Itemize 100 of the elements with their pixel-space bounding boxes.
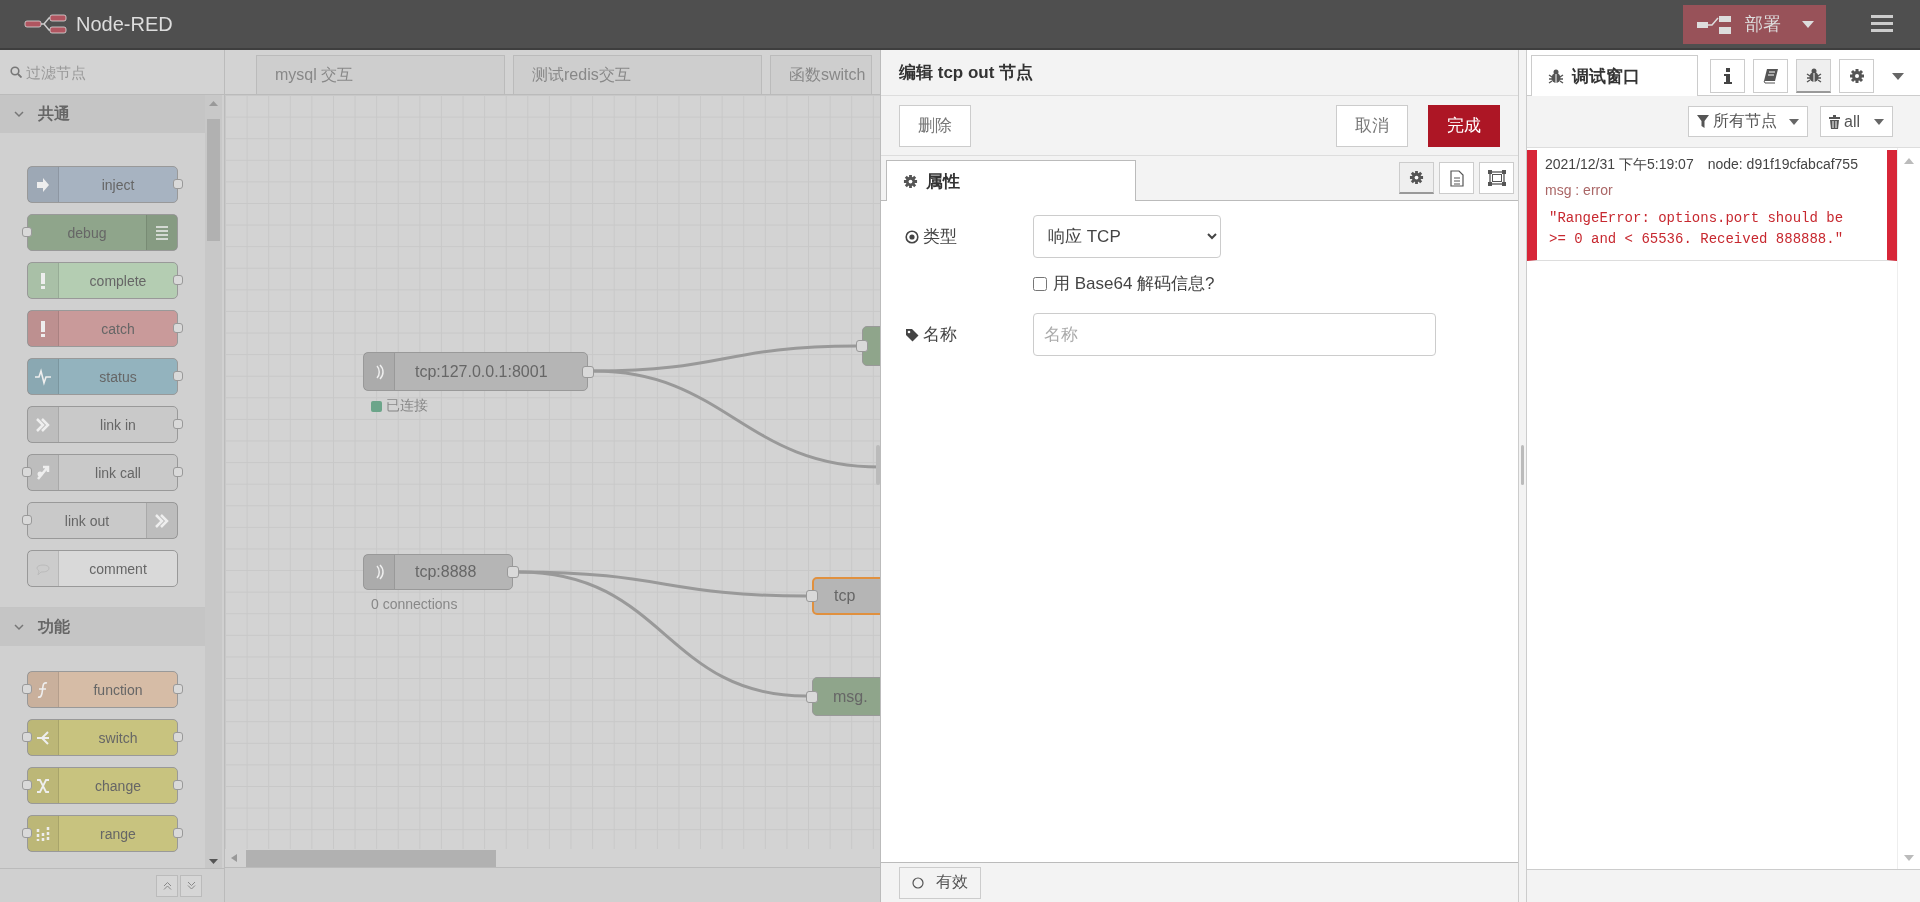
app-title: Node-RED [76, 12, 173, 36]
tray-title: 编辑 tcp out 节点 [881, 50, 1518, 96]
book-icon [1762, 67, 1779, 84]
node-label: debug [66, 224, 108, 241]
node-label: catch [100, 320, 136, 337]
link-icon [35, 463, 51, 482]
palette-node[interactable]: link call [27, 454, 178, 491]
sidebar-tab-button[interactable] [1839, 58, 1874, 93]
clear-button[interactable]: all [1820, 106, 1893, 137]
port-icon [173, 323, 183, 333]
palette-node[interactable]: link out [27, 502, 178, 539]
tab-button[interactable] [1479, 162, 1514, 194]
name-field[interactable]: 名称 [1033, 313, 1436, 356]
tab-button[interactable] [1399, 162, 1434, 194]
palette-node[interactable]: complete [27, 262, 178, 299]
palette-node[interactable]: comment [27, 550, 178, 587]
deploy-icon [1697, 14, 1731, 34]
expand-all-button[interactable] [180, 874, 202, 897]
menu-icon [1871, 15, 1893, 33]
palette-node[interactable]: change [27, 767, 178, 804]
palette-node[interactable]: inject [27, 166, 178, 203]
trash-icon [1829, 114, 1840, 129]
palette-node[interactable]: link in [27, 406, 178, 443]
scrollbar[interactable] [205, 95, 222, 868]
message-node-link[interactable]: node: d91f19cfabcaf755 [1707, 156, 1858, 174]
scroll-up-icon[interactable] [209, 101, 218, 106]
debug-tab[interactable]: 调试窗口 [1531, 55, 1698, 96]
port-icon [173, 419, 183, 429]
node-label: link call [94, 464, 142, 481]
port-icon [173, 732, 183, 742]
port-icon [173, 275, 183, 285]
palette-node[interactable]: range [27, 815, 178, 852]
info-icon [1723, 67, 1732, 84]
cancel-button[interactable]: 取消 [1336, 104, 1408, 147]
sidebar-tab-button[interactable] [1796, 58, 1831, 93]
category-header[interactable]: 功能 [0, 608, 205, 646]
category-header[interactable]: 共通 [0, 95, 205, 133]
type-select[interactable]: 响应 TCP [1033, 215, 1221, 258]
fork-icon [35, 728, 51, 747]
checkbox[interactable] [1033, 276, 1047, 291]
node-label: change [94, 777, 142, 794]
scroll-up-icon[interactable] [1904, 158, 1914, 164]
palette-node[interactable]: catch [27, 310, 178, 347]
scroll-left-icon[interactable] [231, 854, 237, 862]
flow-node[interactable]: msg. [812, 677, 880, 716]
port-icon [173, 780, 183, 790]
node-label: tcp:127.0.0.1:8001 [414, 362, 549, 381]
port-icon [173, 179, 183, 189]
node-label: status [98, 368, 138, 385]
done-button[interactable]: 完成 [1428, 104, 1500, 147]
sidebar-tab-button[interactable] [1710, 58, 1745, 93]
chevrons-up-icon [162, 881, 172, 890]
node-label: tcp:8888 [414, 563, 478, 581]
frame-icon [1486, 169, 1507, 187]
arrow-icon [35, 415, 51, 434]
message-time: 2021/12/31 下午5:19:07 [1545, 156, 1694, 174]
node-filter-button[interactable]: 所有节点 [1688, 106, 1808, 137]
bug-icon [1805, 67, 1822, 83]
properties-tab[interactable]: 属性 [886, 160, 1136, 201]
port-icon [173, 684, 183, 694]
port-icon [173, 371, 183, 381]
port-icon [856, 340, 868, 352]
node-label: switch [97, 729, 139, 746]
palette-node[interactable]: status [27, 358, 178, 395]
scrollbar-thumb[interactable] [246, 850, 496, 867]
enabled-toggle[interactable]: 有效 [899, 866, 981, 899]
flow-tab[interactable]: 测试redis交互 [513, 55, 762, 94]
flow-node[interactable]: tcp:8888 [363, 554, 513, 590]
caret-icon [1802, 20, 1814, 28]
palette-node[interactable]: debug [27, 214, 178, 251]
node-label: range [99, 825, 137, 842]
chevrons-down-icon [186, 881, 196, 890]
flow-node[interactable]: tcp:127.0.0.1:8001 [363, 352, 588, 391]
arrow-icon [154, 511, 170, 530]
deploy-button[interactable]: 部署 [1683, 4, 1826, 44]
port-icon [173, 467, 183, 477]
node-label: link out [63, 512, 111, 529]
palette-node[interactable]: switch [27, 719, 178, 756]
scroll-down-icon[interactable] [209, 859, 218, 864]
checkbox-label: 用 Base64 解码信息? [1053, 273, 1215, 295]
port-icon [173, 828, 183, 838]
sidebar-tab-button[interactable] [1753, 58, 1788, 93]
scroll-down-icon[interactable] [1904, 855, 1914, 861]
circle-icon [912, 876, 924, 889]
node-label: msg. [832, 687, 869, 706]
port-icon [806, 590, 818, 602]
flow-canvas[interactable]: tcp:127.0.0.1:8001 已连接 tcp:8888 0 connections tcp msg. [225, 95, 880, 849]
port-icon [507, 566, 519, 578]
flow-tab[interactable]: 函数switch [770, 55, 873, 94]
node-label: inject [100, 176, 136, 193]
flow-tab[interactable]: mysql 交互 [256, 55, 505, 94]
port-icon [582, 365, 594, 378]
palette-node[interactable]: function [27, 671, 178, 708]
search-icon [10, 66, 22, 78]
message-payload: "RangeError: options.port should be >= 0 and < 65536. Received 888888." [1548, 209, 1845, 249]
message-topic: msg : error [1545, 182, 1614, 198]
flow-node[interactable]: tcp [812, 577, 880, 615]
delete-button[interactable]: 删除 [899, 104, 971, 147]
collapse-all-button[interactable] [156, 874, 178, 897]
ruler-icon [35, 824, 51, 843]
